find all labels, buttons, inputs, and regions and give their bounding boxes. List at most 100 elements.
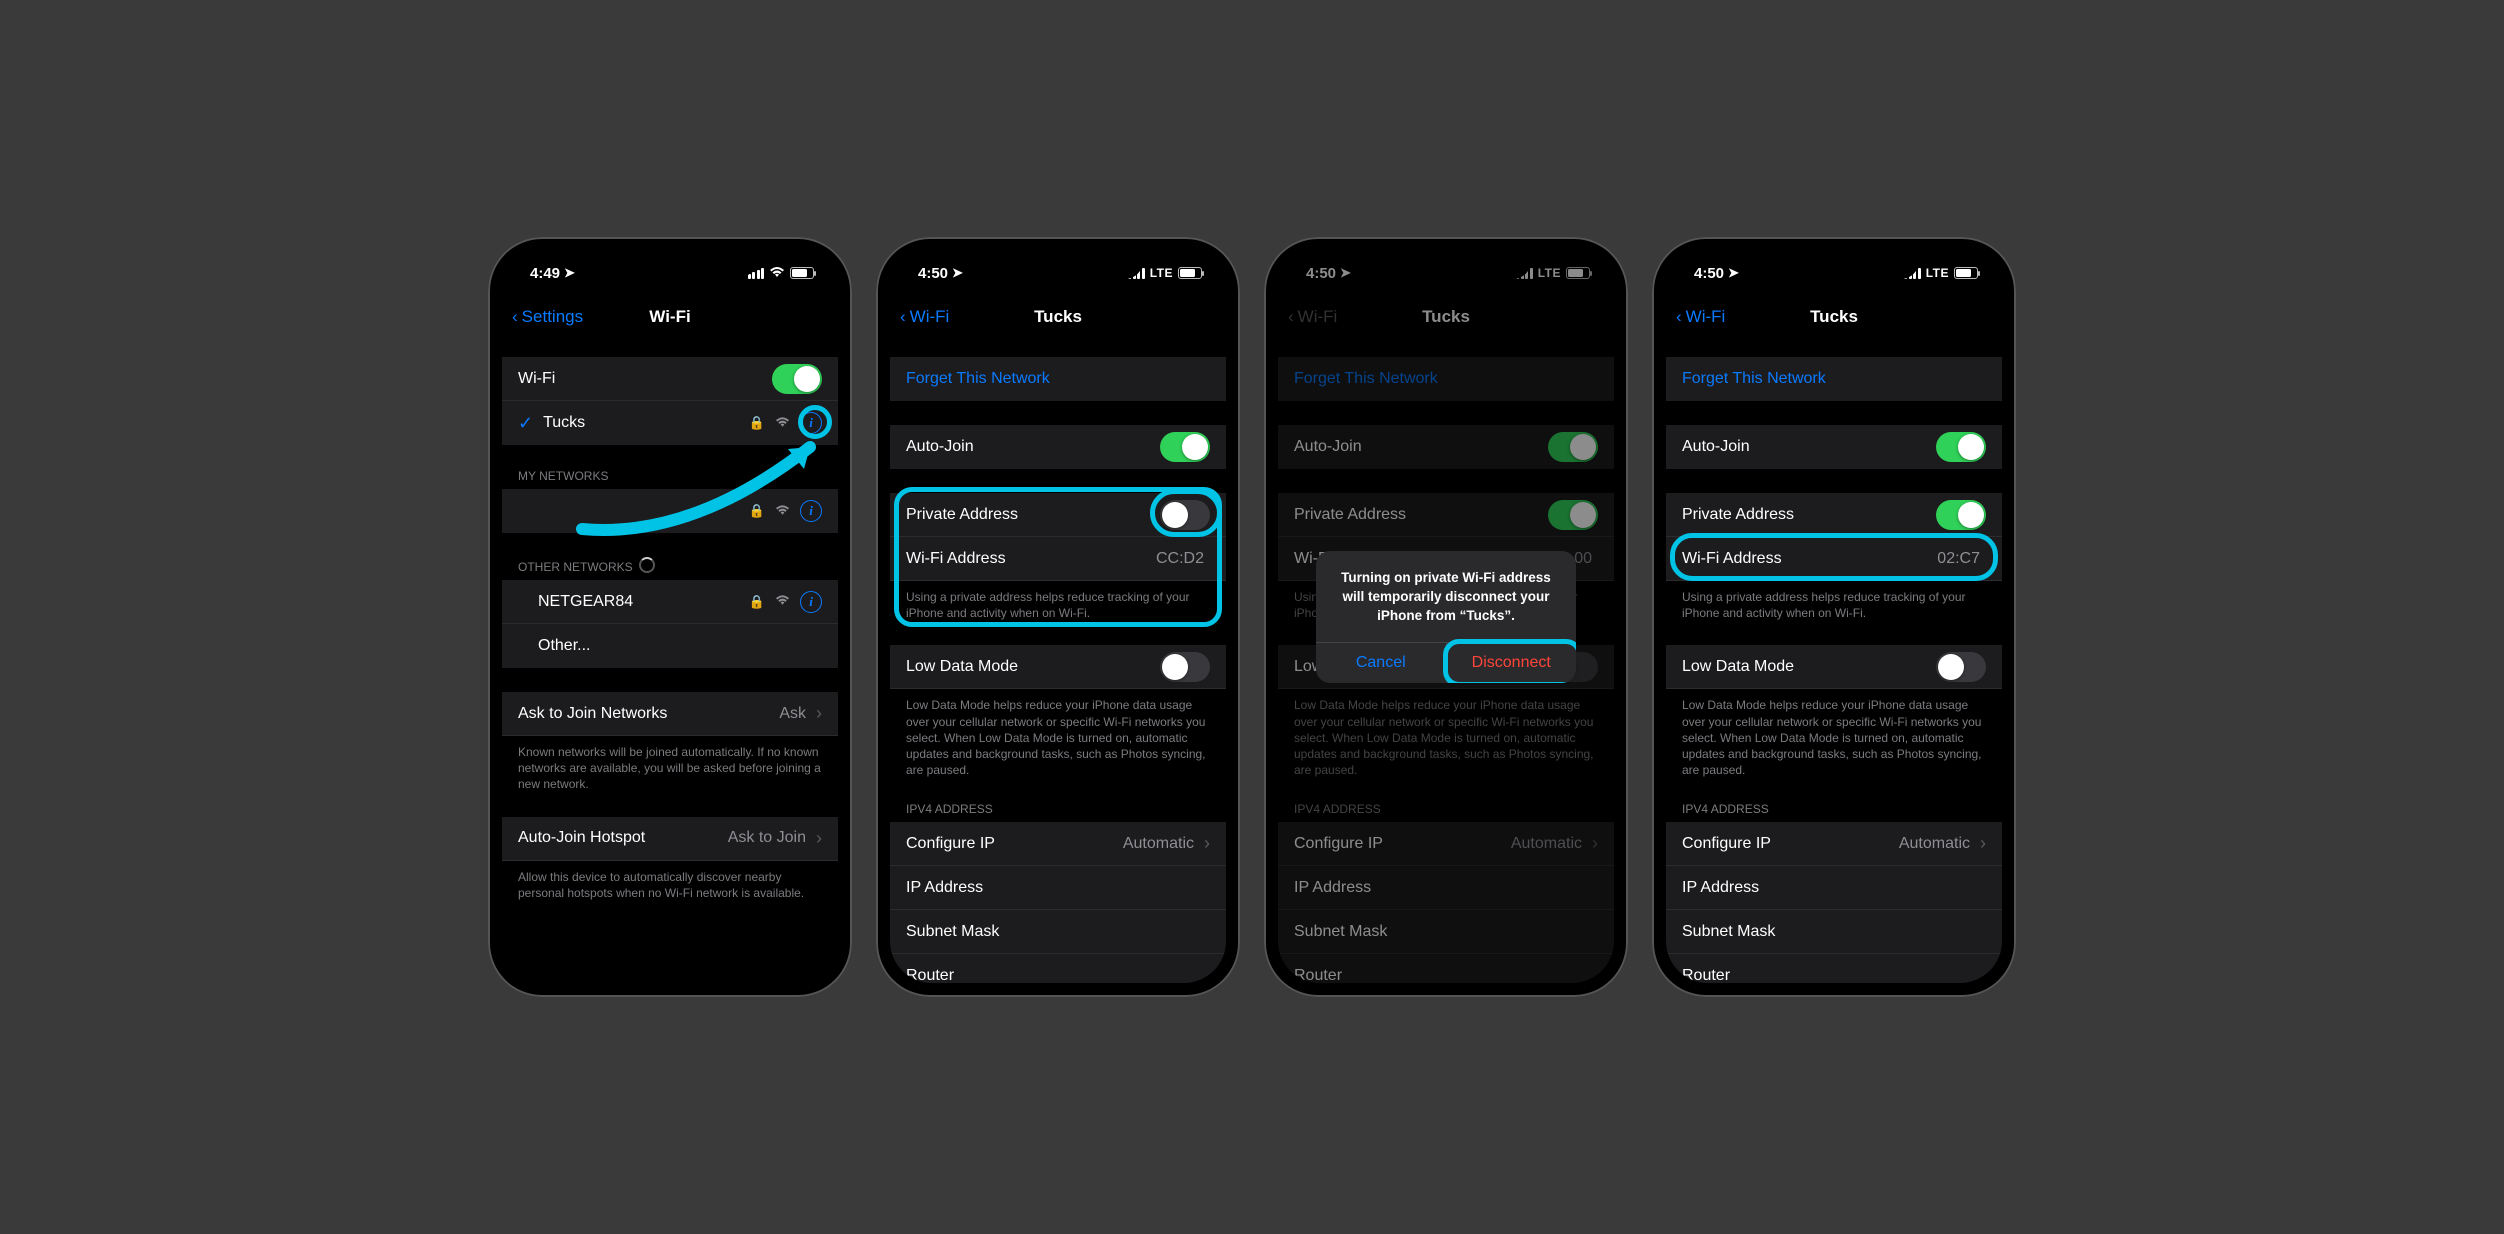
status-time: 4:50 (918, 265, 948, 282)
private-footer: Using a private address helps reduce tra… (1666, 581, 2002, 621)
configure-ip-value: Automatic (1123, 835, 1194, 853)
navbar: ‹ Wi-Fi Tucks (890, 295, 1226, 339)
info-icon[interactable]: i (800, 500, 822, 522)
iphone-frame-4: 4:50 ➤ LTE ‹ Wi-Fi Tucks Forget This Net… (1652, 237, 2016, 997)
private-address-switch[interactable] (1936, 500, 1986, 530)
other-network-row[interactable]: NETGEAR84 🔒 i (502, 580, 838, 624)
subnet-label: Subnet Mask (906, 923, 1210, 941)
private-group: Private Address Wi-Fi Address CC:D2 Usin… (890, 493, 1226, 621)
router-label: Router (1682, 967, 1986, 983)
chevron-left-icon: ‹ (1676, 307, 1682, 327)
wifi-strength-icon (775, 416, 790, 431)
configure-ip-value: Automatic (1899, 835, 1970, 853)
back-button[interactable]: ‹ Settings (512, 307, 583, 327)
page-title: Wi-Fi (649, 307, 690, 327)
forget-label: Forget This Network (906, 370, 1210, 388)
alert-cancel-button[interactable]: Cancel (1316, 643, 1447, 683)
configure-ip-row[interactable]: Configure IP Automatic › (1666, 822, 2002, 866)
configure-ip-label: Configure IP (906, 835, 1123, 853)
back-label: Settings (522, 307, 583, 327)
back-label: Wi-Fi (910, 307, 950, 327)
forget-network-row[interactable]: Forget This Network (890, 357, 1226, 401)
ask-to-join-row[interactable]: Ask to Join Networks Ask › (502, 692, 838, 736)
configure-ip-row[interactable]: Configure IP Automatic › (890, 822, 1226, 866)
battery-icon (790, 267, 814, 279)
low-data-switch[interactable] (1160, 652, 1210, 682)
back-button[interactable]: ‹ Wi-Fi (900, 307, 949, 327)
router-row: Router (890, 954, 1226, 983)
low-data-switch[interactable] (1936, 652, 1986, 682)
connected-network-row[interactable]: ✓ Tucks 🔒 i (502, 401, 838, 445)
ipv4-header: IPV4 ADDRESS (890, 802, 1226, 822)
alert-disconnect-button[interactable]: Disconnect (1447, 643, 1577, 683)
low-data-label: Low Data Mode (1682, 658, 1936, 676)
chevron-right-icon: › (816, 828, 822, 849)
other-label: Other... (518, 637, 822, 655)
chevron-right-icon: › (1980, 833, 1986, 854)
private-address-row[interactable]: Private Address (890, 493, 1226, 537)
lte-label: LTE (1926, 266, 1949, 280)
chevron-left-icon: ‹ (512, 307, 518, 327)
subnet-mask-row: Subnet Mask (1666, 910, 2002, 954)
notch (1361, 251, 1531, 279)
low-data-footer: Low Data Mode helps reduce your iPhone d… (1666, 689, 2002, 778)
other-network-manual-row[interactable]: Other... (502, 624, 838, 668)
router-label: Router (906, 967, 1210, 983)
ip-address-label: IP Address (1682, 879, 1986, 897)
ip-address-row: IP Address (890, 866, 1226, 910)
subnet-mask-row: Subnet Mask (890, 910, 1226, 954)
router-row: Router (1666, 954, 2002, 983)
info-icon[interactable]: i (800, 591, 822, 613)
back-label: Wi-Fi (1686, 307, 1726, 327)
auto-hotspot-value: Ask to Join (728, 829, 806, 847)
auto-join-switch[interactable] (1936, 432, 1986, 462)
disconnect-label: Disconnect (1472, 654, 1551, 671)
wifi-address-value: CC:D2 (1156, 550, 1204, 568)
low-data-row[interactable]: Low Data Mode (1666, 645, 2002, 689)
lte-label: LTE (1150, 266, 1173, 280)
network-name: NETGEAR84 (518, 593, 749, 611)
ask-join-label: Ask to Join Networks (518, 705, 779, 723)
location-icon: ➤ (1728, 265, 1739, 281)
other-networks-header: OTHER NETWORKS (502, 557, 838, 580)
back-button[interactable]: ‹ Wi-Fi (1676, 307, 1725, 327)
wifi-address-label: Wi-Fi Address (1682, 550, 1937, 568)
private-address-switch[interactable] (1160, 500, 1210, 530)
low-data-footer: Low Data Mode helps reduce your iPhone d… (890, 689, 1226, 778)
ipv4-header: IPV4 ADDRESS (1666, 802, 2002, 822)
wifi-toggle-row[interactable]: Wi-Fi (502, 357, 838, 401)
wifi-label: Wi-Fi (518, 370, 772, 388)
checkmark-icon: ✓ (518, 413, 533, 434)
my-network-row[interactable]: 🔒 i (502, 489, 838, 533)
location-icon: ➤ (564, 265, 575, 281)
notch (585, 251, 755, 279)
auto-join-switch[interactable] (1160, 432, 1210, 462)
auto-hotspot-footer: Allow this device to automatically disco… (502, 861, 838, 901)
auto-join-row[interactable]: Auto-Join (1666, 425, 2002, 469)
private-address-row[interactable]: Private Address (1666, 493, 2002, 537)
status-time: 4:50 (1694, 265, 1724, 282)
auto-hotspot-label: Auto-Join Hotspot (518, 829, 728, 847)
auto-join-row[interactable]: Auto-Join (890, 425, 1226, 469)
private-footer: Using a private address helps reduce tra… (890, 581, 1226, 621)
iphone-frame-3: 4:50 ➤ LTE ‹ Wi-Fi Tucks Forget This Net… (1264, 237, 1628, 997)
wifi-switch[interactable] (772, 364, 822, 394)
auto-join-label: Auto-Join (906, 438, 1160, 456)
ip-address-label: IP Address (906, 879, 1210, 897)
location-icon: ➤ (952, 265, 963, 281)
low-data-row[interactable]: Low Data Mode (890, 645, 1226, 689)
low-data-label: Low Data Mode (906, 658, 1160, 676)
forget-network-row[interactable]: Forget This Network (1666, 357, 2002, 401)
info-icon[interactable]: i (800, 412, 822, 434)
chevron-left-icon: ‹ (900, 307, 906, 327)
modal-dimmer: Turning on private Wi-Fi address will te… (1278, 251, 1614, 983)
page-title: Tucks (1034, 307, 1082, 327)
page-title: Tucks (1810, 307, 1858, 327)
auto-join-label: Auto-Join (1682, 438, 1936, 456)
auto-join-hotspot-row[interactable]: Auto-Join Hotspot Ask to Join › (502, 817, 838, 861)
configure-ip-label: Configure IP (1682, 835, 1899, 853)
alert-dialog: Turning on private Wi-Fi address will te… (1316, 551, 1576, 683)
wifi-strength-icon (775, 594, 790, 609)
alert-message: Turning on private Wi-Fi address will te… (1316, 551, 1576, 642)
wifi-address-row: Wi-Fi Address CC:D2 (890, 537, 1226, 581)
